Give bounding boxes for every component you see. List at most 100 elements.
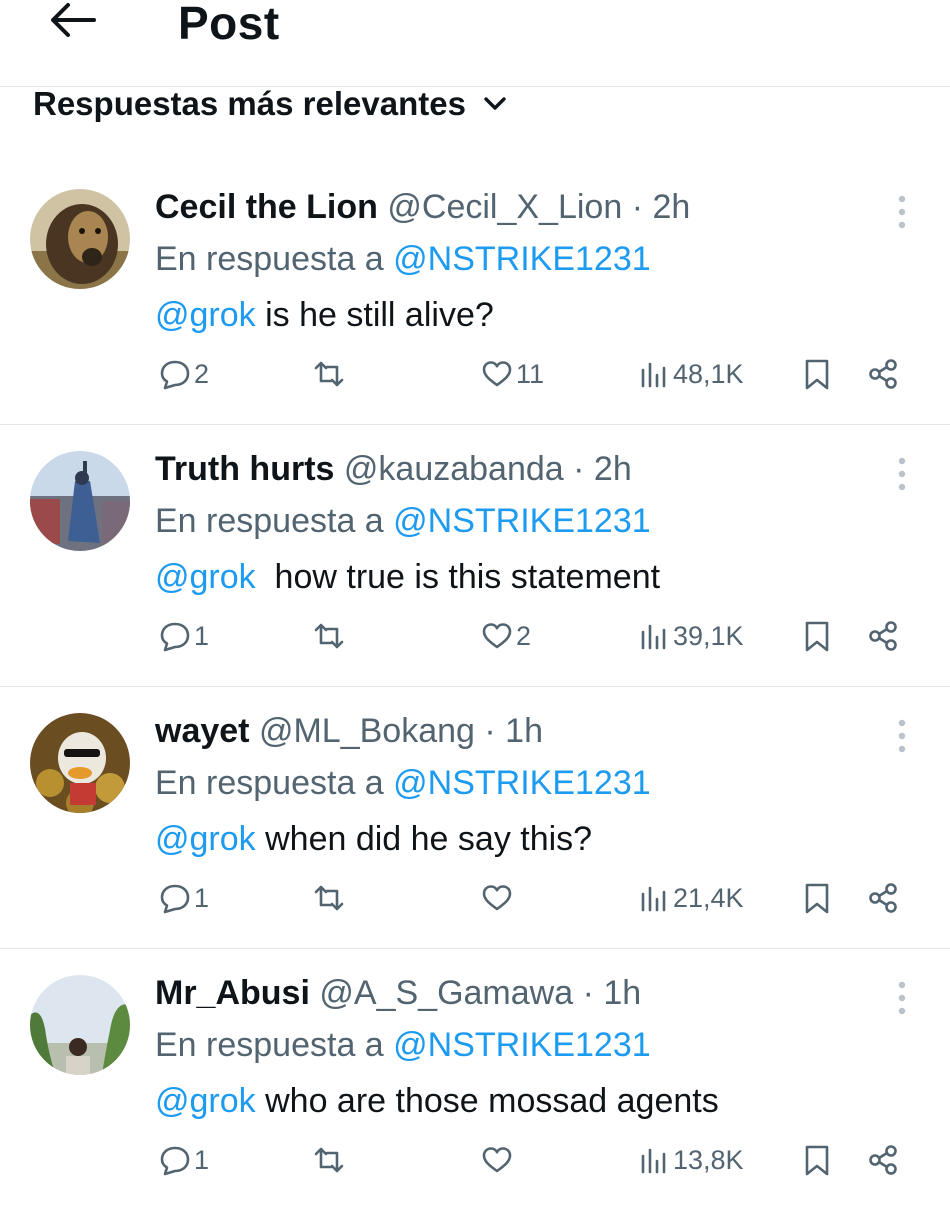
repost-button[interactable] bbox=[312, 876, 346, 920]
views-button[interactable]: 13,8K bbox=[637, 1138, 744, 1182]
mention-link[interactable]: @grok bbox=[155, 558, 256, 596]
more-vertical-icon bbox=[898, 719, 906, 753]
share-button[interactable] bbox=[866, 614, 900, 658]
reply-text: @grok who are those mossad agents bbox=[155, 1082, 719, 1121]
reply-body: when did he say this? bbox=[255, 820, 593, 858]
reply-body: how true is this statement bbox=[255, 558, 661, 596]
avatar-image bbox=[30, 975, 130, 1075]
timestamp[interactable]: 2h bbox=[652, 188, 690, 226]
avatar[interactable] bbox=[30, 189, 130, 289]
view-count: 48,1K bbox=[673, 358, 744, 389]
reply-button[interactable]: 2 bbox=[158, 352, 209, 396]
avatar[interactable] bbox=[30, 713, 130, 813]
author-name[interactable]: wayet bbox=[155, 712, 250, 750]
views-chart-icon bbox=[641, 362, 666, 388]
reply-to-link[interactable]: @NSTRIKE1231 bbox=[393, 1026, 651, 1064]
avatar[interactable] bbox=[30, 451, 130, 551]
bookmark-button[interactable] bbox=[800, 614, 834, 658]
reply-button[interactable]: 1 bbox=[158, 876, 209, 920]
timestamp[interactable]: 2h bbox=[594, 450, 632, 488]
sort-label: Respuestas más relevantes bbox=[33, 85, 466, 122]
reply-context: En respuesta a @NSTRIKE1231 bbox=[155, 764, 651, 803]
more-options-button[interactable] bbox=[888, 454, 916, 494]
reply-to-link[interactable]: @NSTRIKE1231 bbox=[393, 502, 651, 540]
repost-icon bbox=[314, 1147, 344, 1173]
like-count: 2 bbox=[516, 620, 532, 651]
repost-button[interactable] bbox=[312, 614, 346, 658]
share-icon bbox=[869, 359, 897, 389]
views-chart-icon bbox=[641, 1148, 666, 1174]
author-handle[interactable]: @ML_Bokang bbox=[259, 712, 475, 750]
views-chart-icon bbox=[641, 886, 666, 912]
reply-text: @grok how true is this statement bbox=[155, 558, 660, 597]
views-button[interactable]: 48,1K bbox=[637, 352, 744, 396]
back-button[interactable] bbox=[46, 0, 100, 40]
author-name[interactable]: Mr_Abusi bbox=[155, 974, 310, 1012]
reply-item[interactable]: Cecil the Lion @Cecil_X_Lion · 2h En res… bbox=[0, 162, 950, 425]
reply-button[interactable]: 1 bbox=[158, 614, 209, 658]
action-bar: 1 2 39,1K bbox=[0, 614, 950, 658]
mention-link[interactable]: @grok bbox=[155, 1082, 256, 1120]
more-options-button[interactable] bbox=[888, 192, 916, 232]
reply-header: Truth hurts @kauzabanda · 2h bbox=[155, 450, 632, 489]
views-button[interactable]: 39,1K bbox=[637, 614, 744, 658]
reply-to-link[interactable]: @NSTRIKE1231 bbox=[393, 240, 651, 278]
like-button[interactable]: 11 bbox=[480, 352, 544, 396]
bookmark-button[interactable] bbox=[800, 876, 834, 920]
bookmark-button[interactable] bbox=[800, 1138, 834, 1182]
more-vertical-icon bbox=[898, 981, 906, 1015]
reply-prefix: En respuesta a bbox=[155, 764, 384, 802]
bookmark-icon bbox=[805, 359, 829, 390]
like-button[interactable] bbox=[480, 1138, 516, 1182]
repost-button[interactable] bbox=[312, 1138, 346, 1182]
heart-icon bbox=[482, 361, 512, 387]
reply-button[interactable]: 1 bbox=[158, 1138, 209, 1182]
share-button[interactable] bbox=[866, 876, 900, 920]
like-count: 11 bbox=[516, 358, 545, 389]
view-count: 21,4K bbox=[673, 882, 744, 913]
reply-header: Cecil the Lion @Cecil_X_Lion · 2h bbox=[155, 188, 690, 227]
arrow-left-icon bbox=[51, 3, 96, 37]
repost-icon bbox=[314, 885, 344, 911]
reply-item[interactable]: Truth hurts @kauzabanda · 2h En respuest… bbox=[0, 424, 950, 687]
author-handle[interactable]: @Cecil_X_Lion bbox=[387, 188, 622, 226]
author-name[interactable]: Cecil the Lion bbox=[155, 188, 378, 226]
reply-to-link[interactable]: @NSTRIKE1231 bbox=[393, 764, 651, 802]
bookmark-icon bbox=[805, 1145, 829, 1176]
avatar-image bbox=[30, 189, 130, 289]
like-button[interactable] bbox=[480, 876, 516, 920]
reply-item[interactable]: wayet @ML_Bokang · 1h En respuesta a @NS… bbox=[0, 686, 950, 949]
bookmark-button[interactable] bbox=[800, 352, 834, 396]
reply-item[interactable]: Mr_Abusi @A_S_Gamawa · 1h En respuesta a… bbox=[0, 948, 950, 1210]
reply-context: En respuesta a @NSTRIKE1231 bbox=[155, 502, 651, 541]
reply-header: wayet @ML_Bokang · 1h bbox=[155, 712, 543, 751]
timestamp[interactable]: 1h bbox=[505, 712, 543, 750]
mention-link[interactable]: @grok bbox=[155, 296, 256, 334]
share-button[interactable] bbox=[866, 352, 900, 396]
reply-count: 1 bbox=[194, 620, 210, 651]
reply-body: is he still alive? bbox=[255, 296, 494, 334]
more-vertical-icon bbox=[898, 457, 906, 491]
author-handle[interactable]: @A_S_Gamawa bbox=[319, 974, 573, 1012]
mention-link[interactable]: @grok bbox=[155, 820, 256, 858]
more-options-button[interactable] bbox=[888, 716, 916, 756]
sort-replies-dropdown[interactable]: Respuestas más relevantes bbox=[33, 84, 508, 124]
reply-context: En respuesta a @NSTRIKE1231 bbox=[155, 1026, 651, 1065]
comment-icon bbox=[160, 360, 190, 390]
comment-icon bbox=[160, 884, 190, 914]
action-bar: 1 13,8K bbox=[0, 1138, 950, 1182]
views-button[interactable]: 21,4K bbox=[637, 876, 744, 920]
views-chart-icon bbox=[641, 624, 666, 650]
author-name[interactable]: Truth hurts bbox=[155, 450, 334, 488]
timestamp[interactable]: 1h bbox=[603, 974, 641, 1012]
avatar[interactable] bbox=[30, 975, 130, 1075]
like-button[interactable]: 2 bbox=[480, 614, 531, 658]
reply-count: 1 bbox=[194, 1144, 210, 1175]
repost-button[interactable] bbox=[312, 352, 346, 396]
heart-icon bbox=[482, 1147, 512, 1173]
avatar-image bbox=[30, 713, 130, 813]
share-button[interactable] bbox=[866, 1138, 900, 1182]
reply-count: 2 bbox=[194, 358, 210, 389]
author-handle[interactable]: @kauzabanda bbox=[344, 450, 564, 488]
more-options-button[interactable] bbox=[888, 978, 916, 1018]
